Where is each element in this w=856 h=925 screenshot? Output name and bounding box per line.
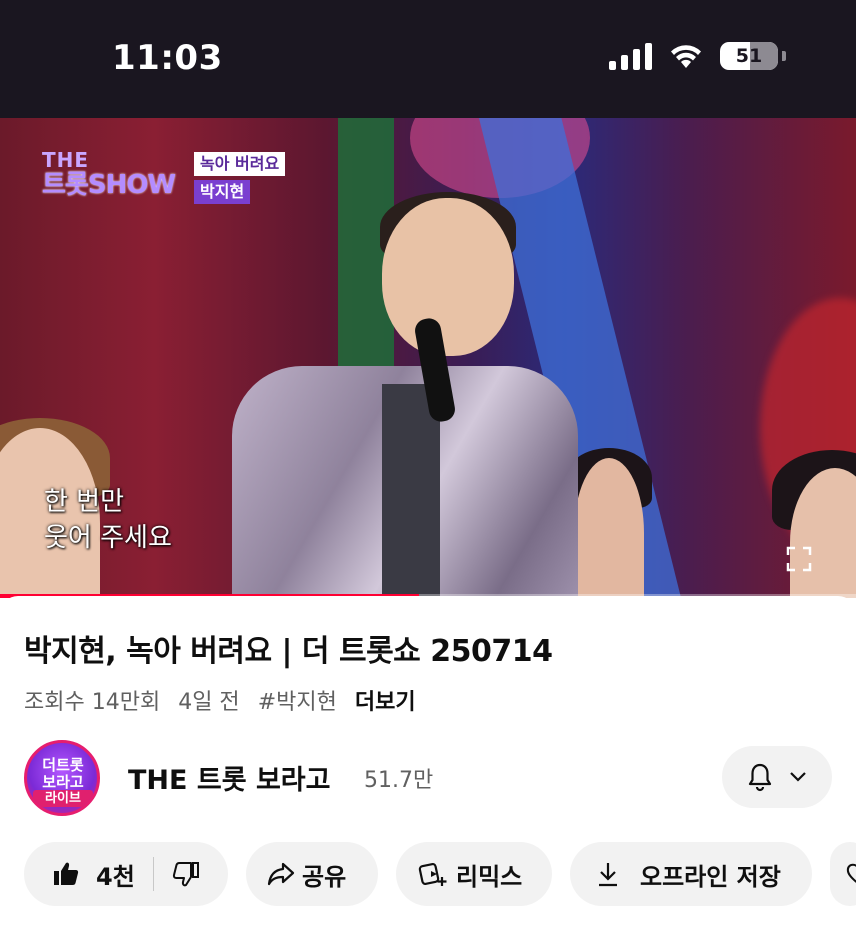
lyrics-subtitle: 한 번만 웃어 주세요 [44, 484, 172, 556]
notification-bell-button[interactable] [722, 746, 832, 808]
fullscreen-icon[interactable] [786, 546, 812, 572]
video-title[interactable]: 박지현, 녹아 버려요 | 더 트롯쇼 250714 [24, 626, 553, 670]
thumbs-up-icon [54, 862, 79, 885]
status-bar: 11:03 51 [0, 0, 856, 118]
backup-dancer [574, 458, 644, 598]
channel-name[interactable]: THE 트롯 보라고 [128, 758, 330, 797]
remix-label: 리믹스 [456, 862, 523, 891]
clip-button[interactable] [830, 842, 856, 906]
avatar-text: 더트롯 보라고 [42, 756, 84, 791]
upload-age: 4일 전 [178, 690, 240, 715]
status-icons: 51 [609, 42, 786, 70]
battery-icon: 51 [720, 42, 778, 70]
like-divider [152, 857, 154, 891]
show-logo-the: THE [42, 148, 90, 172]
subtitle-line: 웃어 주세요 [44, 523, 172, 553]
video-player[interactable]: THE 트롯SHOW 녹아 버려요 박지현 한 번만 웃어 주세요 [0, 118, 856, 598]
bell-icon [748, 763, 772, 792]
like-button[interactable]: 4천 [52, 857, 135, 892]
action-bar: 4천 공유 리믹스 오프라인 저장 [24, 842, 856, 906]
subscriber-count: 51.7만 [364, 768, 434, 793]
show-logo: THE 트롯SHOW [42, 150, 192, 200]
share-icon [267, 862, 295, 886]
subtitle-line: 한 번만 [44, 487, 125, 517]
heart-icon [846, 863, 856, 883]
download-button[interactable]: 오프라인 저장 [570, 842, 812, 906]
wifi-icon [671, 45, 701, 68]
channel-avatar[interactable]: 더트롯 보라고 라이브 [24, 740, 100, 816]
share-label: 공유 [302, 862, 347, 891]
battery-level: 51 [735, 45, 763, 67]
status-time: 11:03 [112, 38, 223, 78]
view-count: 조회수 14만회 [24, 690, 161, 715]
remix-button[interactable]: 리믹스 [396, 842, 552, 906]
download-icon [599, 863, 617, 887]
song-title: 녹아 버려요 [194, 152, 286, 176]
song-caption: 녹아 버려요 박지현 [194, 152, 286, 204]
cellular-signal-icon [609, 42, 652, 70]
show-logo-name: 트롯SHOW [42, 170, 176, 200]
battery-cap [782, 51, 786, 61]
hashtag-link[interactable]: #박지현 [258, 684, 337, 716]
song-artist: 박지현 [194, 180, 251, 204]
video-info-panel: 박지현, 녹아 버려요 | 더 트롯쇼 250714 조회수 14만회 4일 전… [0, 596, 856, 925]
video-meta[interactable]: 조회수 14만회 4일 전 #박지현 더보기 [24, 684, 416, 716]
avatar-live-badge: 라이브 [33, 790, 93, 807]
channel-row: 더트롯 보라고 라이브 THE 트롯 보라고 51.7만 [24, 740, 832, 816]
thumbs-down-icon[interactable] [172, 860, 200, 888]
chevron-down-icon [790, 772, 806, 782]
like-dislike-group: 4천 [24, 842, 228, 906]
like-count: 4천 [96, 862, 135, 891]
more-button[interactable]: 더보기 [355, 684, 416, 716]
download-label: 오프라인 저장 [640, 862, 781, 891]
remix-icon [418, 862, 447, 886]
share-button[interactable]: 공유 [246, 842, 378, 906]
